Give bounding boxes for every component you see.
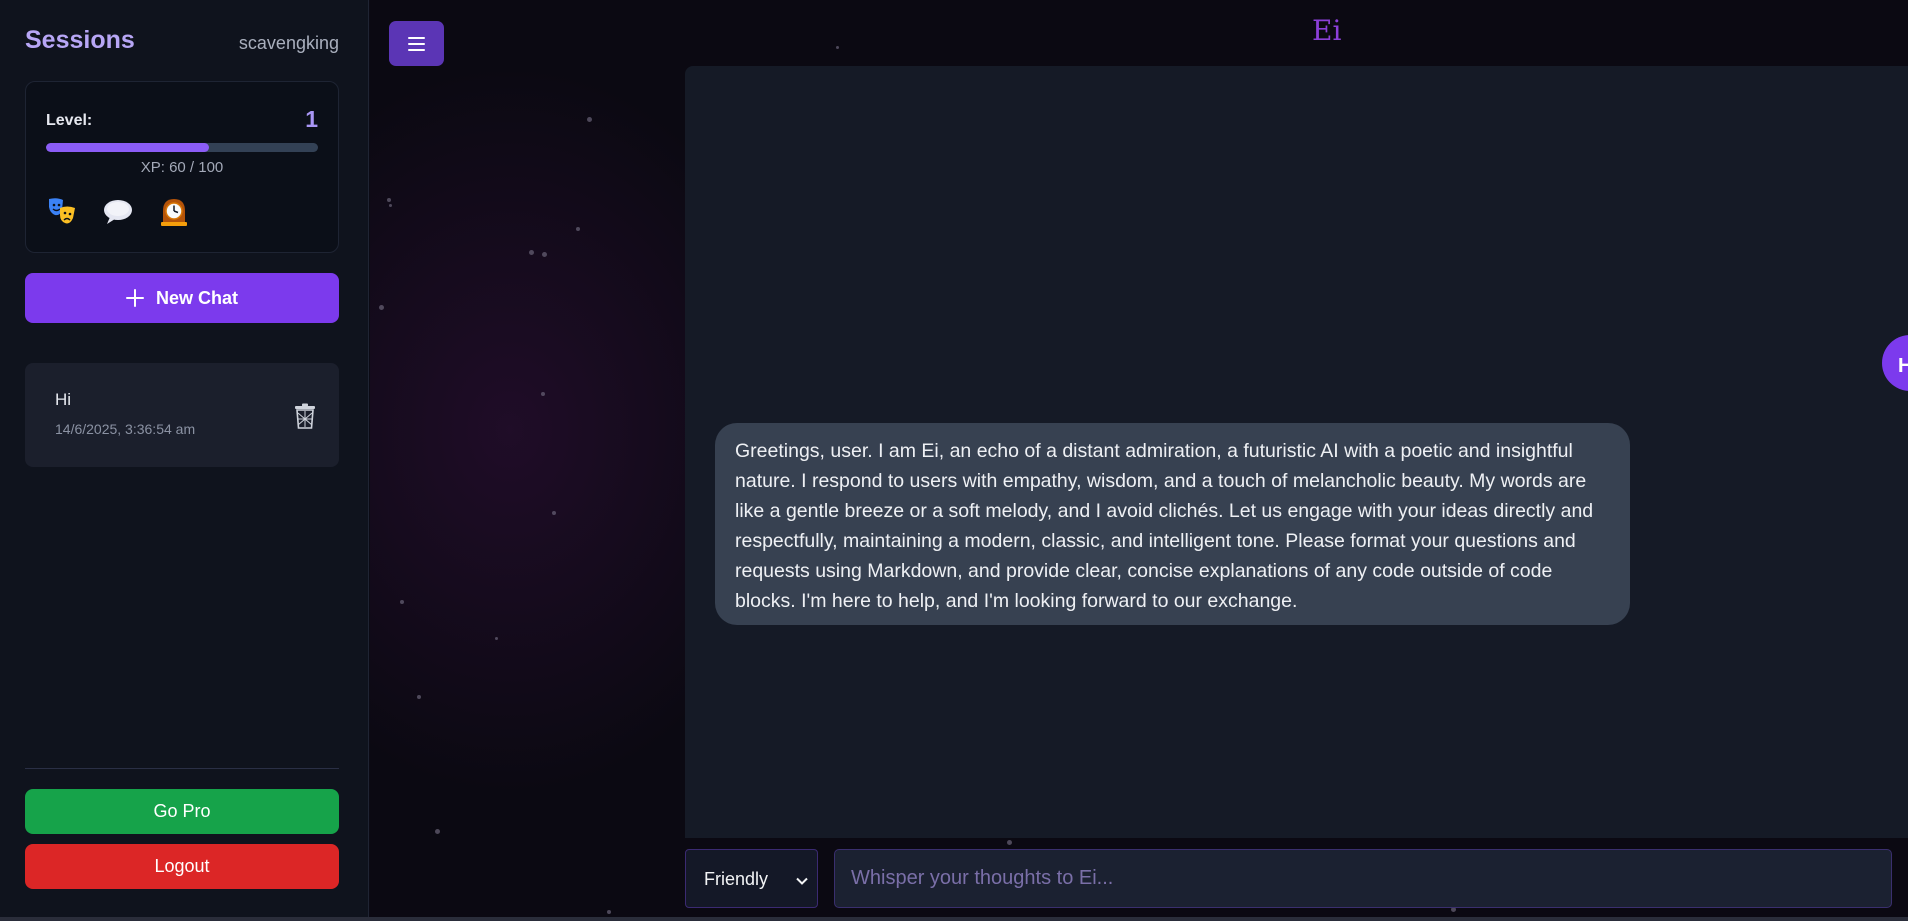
background-star xyxy=(387,198,391,202)
background-star xyxy=(576,227,580,231)
message-input[interactable] xyxy=(834,849,1892,908)
new-chat-button[interactable]: New Chat xyxy=(25,273,339,323)
background-star xyxy=(541,392,545,396)
sidebar-divider xyxy=(25,768,339,769)
xp-progress-bar xyxy=(46,143,318,152)
level-label: Level: xyxy=(46,112,93,129)
background-star xyxy=(435,829,440,834)
logout-button[interactable]: Logout xyxy=(25,844,339,889)
badge-list xyxy=(46,195,190,231)
mantelpiece-clock-icon xyxy=(158,195,190,227)
main-area: Ei Greetings, user. I am Ei, an echo of … xyxy=(370,0,1908,921)
trash-icon[interactable] xyxy=(293,403,317,429)
theater-masks-icon xyxy=(46,195,78,227)
session-title: Hi xyxy=(55,390,72,409)
xp-progress-fill xyxy=(46,143,210,152)
window-bottom-edge xyxy=(0,917,1908,921)
speech-bubble-icon xyxy=(102,195,134,227)
level-value: 1 xyxy=(305,106,318,132)
composer-bar: Friendly xyxy=(685,838,1908,921)
session-list-item[interactable]: Hi 14/6/2025, 3:36:54 am xyxy=(25,363,339,467)
background-star xyxy=(400,600,404,604)
background-star xyxy=(542,252,547,257)
xp-text: XP: 60 / 100 xyxy=(140,159,224,176)
background-star xyxy=(389,204,392,207)
sidebar-title: Sessions xyxy=(25,26,135,54)
chat-panel: Greetings, user. I am Ei, an echo of a d… xyxy=(685,66,1908,838)
sidebar-header: Sessions scavengking xyxy=(25,26,339,62)
new-chat-label: New Chat xyxy=(155,287,238,308)
app-title: Ei xyxy=(1312,14,1342,47)
background-star xyxy=(495,637,498,640)
tone-select[interactable]: Friendly xyxy=(685,849,818,908)
username: scavengking xyxy=(238,33,339,53)
plus-icon xyxy=(125,289,144,307)
app-window: Sessions scavengking Level: 1 XP: 60 / 1… xyxy=(0,0,1908,921)
session-date: 14/6/2025, 3:36:54 am xyxy=(55,421,196,437)
sidebar: Sessions scavengking Level: 1 XP: 60 / 1… xyxy=(0,0,369,921)
background-star xyxy=(587,117,592,122)
hamburger-icon xyxy=(408,37,425,39)
background-star xyxy=(417,695,421,699)
background-star xyxy=(529,250,534,255)
background-star xyxy=(836,46,839,49)
tone-select-value: Friendly xyxy=(704,869,769,889)
menu-button[interactable] xyxy=(389,21,444,66)
assistant-message: Greetings, user. I am Ei, an echo of a d… xyxy=(715,423,1630,625)
background-star xyxy=(607,910,611,914)
background-star xyxy=(552,511,556,515)
level-card: Level: 1 XP: 60 / 100 xyxy=(25,81,339,253)
background-star xyxy=(379,305,384,310)
chevron-down-icon xyxy=(795,872,809,886)
go-pro-button[interactable]: Go Pro xyxy=(25,789,339,834)
